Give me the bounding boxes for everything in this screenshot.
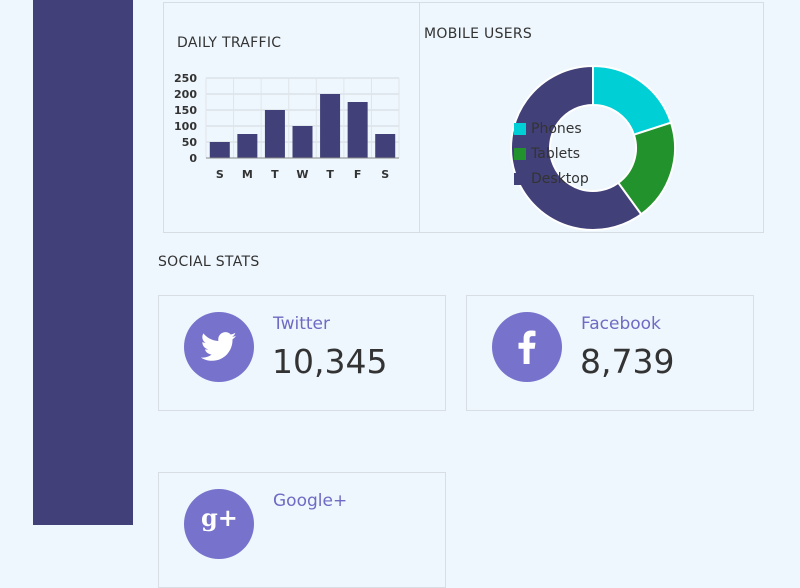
googleplus-card[interactable]: g+ Google+ — [158, 472, 446, 588]
bar — [237, 134, 258, 158]
legend-label: Tablets — [531, 145, 580, 162]
y-tick-label: 250 — [174, 72, 197, 85]
twitter-count: 10,345 — [272, 342, 388, 381]
twitter-bird-icon — [184, 312, 254, 382]
x-tick-label: M — [242, 168, 253, 181]
bar — [347, 102, 368, 158]
social-stats-title: SOCIAL STATS — [158, 254, 260, 270]
slice-phones — [592, 64, 673, 136]
facebook-card[interactable]: Facebook 8,739 — [466, 295, 754, 411]
x-tick-label: W — [296, 168, 308, 181]
charts-divider — [419, 3, 420, 232]
mobile-users-legend: Phones Tablets Desktop — [514, 116, 589, 191]
x-tick-label: F — [354, 168, 362, 181]
bar — [209, 142, 230, 158]
twitter-card[interactable]: Twitter 10,345 — [158, 295, 446, 411]
x-tick-label: S — [381, 168, 389, 181]
legend-label: Desktop — [531, 170, 589, 187]
legend-swatch — [514, 172, 526, 185]
x-tick-label: T — [271, 168, 279, 181]
facebook-f-icon — [492, 312, 562, 382]
sidebar — [33, 0, 133, 525]
svg-text:g+: g+ — [201, 503, 238, 532]
legend-item-desktop: Desktop — [514, 166, 589, 191]
facebook-label: Facebook — [581, 314, 661, 334]
y-tick-label: 150 — [174, 104, 197, 117]
daily-traffic-title: DAILY TRAFFIC — [177, 35, 282, 51]
y-tick-label: 100 — [174, 120, 197, 133]
x-tick-label: S — [216, 168, 224, 181]
legend-swatch — [514, 147, 526, 160]
bar — [292, 126, 313, 158]
legend-item-phones: Phones — [514, 116, 589, 141]
googleplus-label: Google+ — [273, 491, 348, 511]
facebook-count: 8,739 — [580, 342, 675, 381]
bar — [264, 110, 285, 158]
legend-label: Phones — [531, 120, 582, 137]
x-tick-label: T — [326, 168, 334, 181]
y-tick-label: 200 — [174, 88, 197, 101]
bar — [375, 134, 396, 158]
daily-traffic-chart: 0 50 100 150 200 250 S M T W T F S — [174, 72, 400, 181]
legend-item-tablets: Tablets — [514, 141, 589, 166]
y-tick-label: 50 — [182, 136, 198, 149]
y-tick-label: 0 — [189, 152, 197, 165]
legend-swatch — [514, 122, 526, 135]
mobile-users-title: MOBILE USERS — [424, 26, 533, 42]
google-plus-icon: g+ — [184, 489, 254, 559]
bar — [320, 94, 341, 158]
twitter-label: Twitter — [273, 314, 330, 334]
